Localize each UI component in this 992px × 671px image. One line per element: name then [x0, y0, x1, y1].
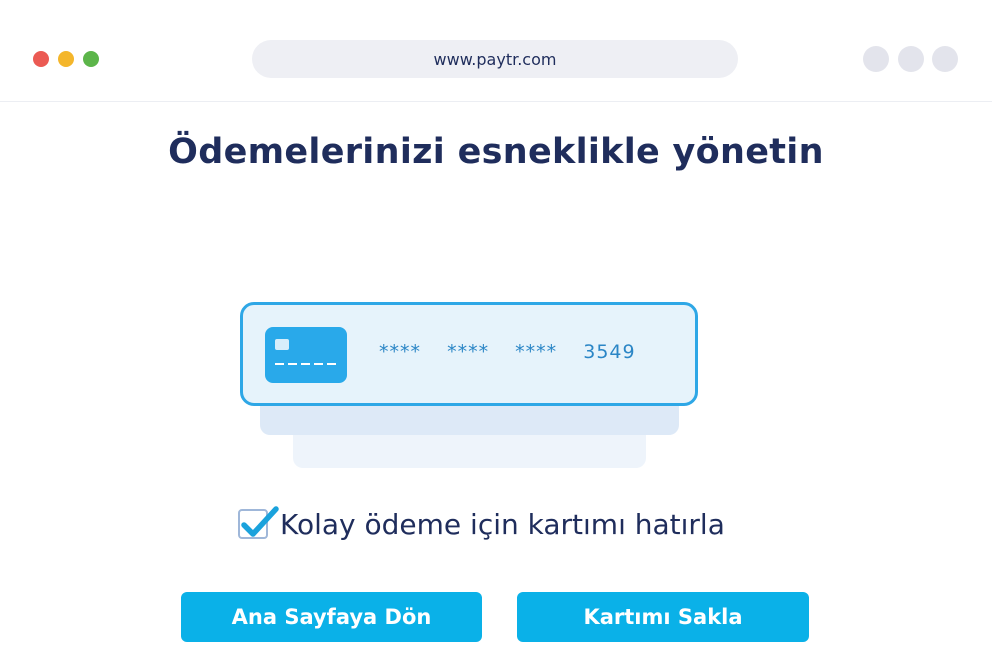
saved-card[interactable]: **** **** **** 3549	[240, 302, 698, 406]
browser-toolbar: www.paytr.com	[0, 0, 992, 102]
toolbar-circle-icon[interactable]	[898, 46, 924, 72]
save-card-label: Kartımı Sakla	[583, 605, 743, 629]
credit-card-icon	[265, 327, 347, 383]
minimize-window-dot[interactable]	[58, 51, 74, 67]
remember-card-option[interactable]: Kolay ödeme için kartımı hatırla	[238, 504, 725, 544]
toolbar-circle-icon[interactable]	[932, 46, 958, 72]
close-window-dot[interactable]	[33, 51, 49, 67]
maximize-window-dot[interactable]	[83, 51, 99, 67]
page-title: Ödemelerinizi esneklikle yönetin	[168, 132, 824, 172]
address-bar-url: www.paytr.com	[433, 49, 557, 69]
back-to-home-button[interactable]: Ana Sayfaya Dön	[181, 592, 482, 642]
back-to-home-label: Ana Sayfaya Dön	[231, 605, 432, 629]
remember-label: Kolay ödeme için kartımı hatırla	[280, 507, 725, 541]
card-chip	[275, 339, 289, 350]
save-card-button[interactable]: Kartımı Sakla	[517, 592, 809, 642]
toolbar-circle-icon[interactable]	[863, 46, 889, 72]
card-number: **** **** **** 3549	[379, 341, 636, 363]
remember-checkbox[interactable]	[238, 506, 279, 539]
checkmark-icon	[241, 506, 279, 537]
address-bar[interactable]: www.paytr.com	[252, 40, 738, 78]
